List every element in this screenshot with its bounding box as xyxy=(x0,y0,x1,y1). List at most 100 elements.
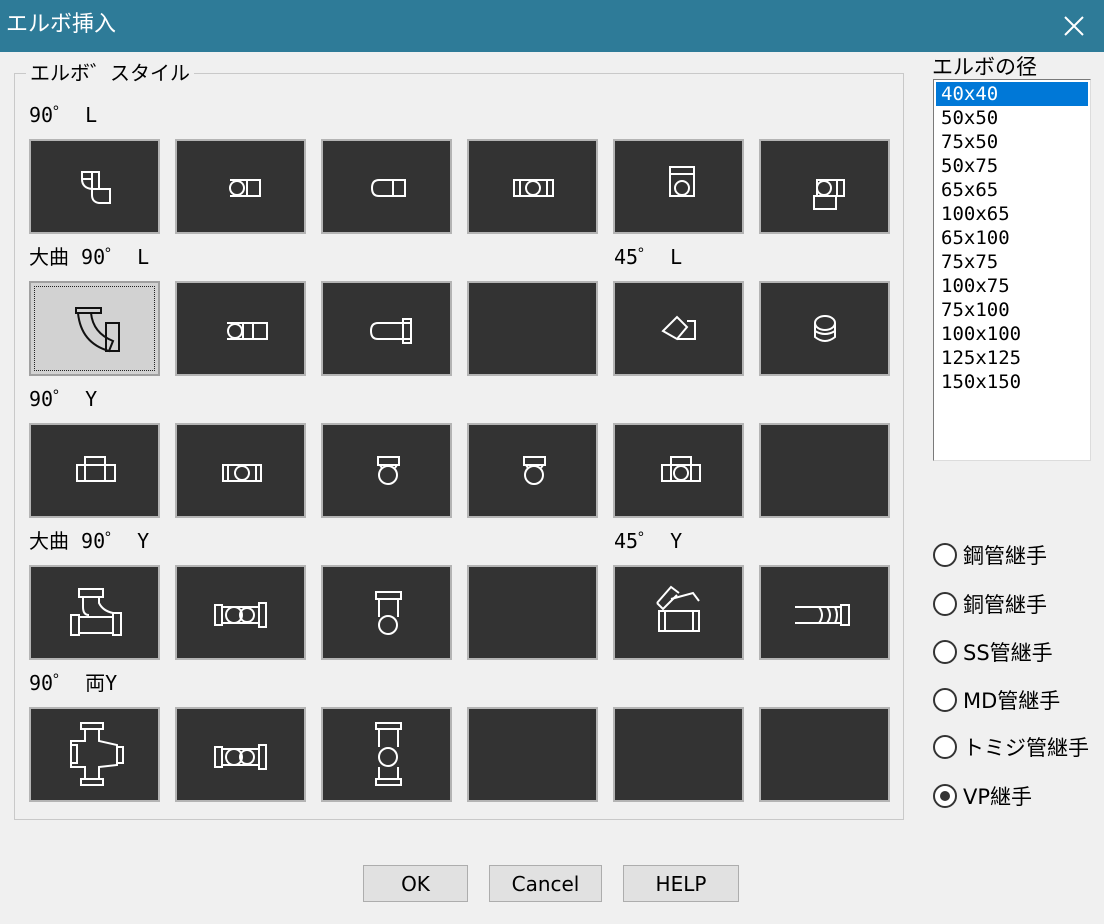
long-elbow-side-icon xyxy=(369,318,412,344)
row-label-45-l: 45゜ L xyxy=(614,245,683,269)
diameter-option[interactable]: 65x65 xyxy=(936,178,1088,202)
ok-button[interactable]: OK xyxy=(363,865,468,902)
row-label-45-y: 45゜ Y xyxy=(614,529,683,553)
diameter-option[interactable]: 75x50 xyxy=(936,130,1088,154)
diameter-listbox[interactable]: 40x40 50x50 75x50 50x75 65x65 100x65 65x… xyxy=(933,79,1091,461)
long-y-top-icon xyxy=(214,602,267,628)
elbow-tile-long90y-2[interactable] xyxy=(175,565,306,660)
radio-ss-pipe-joint[interactable]: SS管継手 xyxy=(933,637,1053,667)
diameter-option[interactable]: 150x150 xyxy=(936,370,1088,394)
double-y-top-icon xyxy=(214,744,267,770)
elbow-tile-45l-2[interactable] xyxy=(759,281,890,376)
diameter-option[interactable]: 40x40 xyxy=(936,82,1088,106)
radio-label: 銅管継手 xyxy=(963,593,1047,617)
elbow-tile-45y-2[interactable] xyxy=(759,565,890,660)
long-radius-elbow-icon xyxy=(75,307,120,353)
elbow-90-l-top-icon xyxy=(229,179,261,197)
elbow-tile-90dy-2[interactable] xyxy=(175,707,306,802)
elbow-tile-90dy-4[interactable] xyxy=(467,707,598,802)
row-label-long-90-y: 大曲 90゜ Y xyxy=(29,529,150,553)
elbow-tile-90l-2[interactable] xyxy=(175,139,306,234)
diameter-label: エルボの径 xyxy=(932,55,1037,79)
elbow-tile-90y-6[interactable] xyxy=(759,423,890,518)
elbow-tile-long90l-1[interactable] xyxy=(29,281,160,376)
elbow-tile-long90l-3[interactable] xyxy=(321,281,452,376)
radio-circle xyxy=(933,640,957,664)
cancel-button[interactable]: Cancel xyxy=(489,865,602,902)
elbow-tile-90dy-6[interactable] xyxy=(759,707,890,802)
elbow-tile-90dy-5[interactable] xyxy=(613,707,744,802)
diameter-option[interactable]: 100x100 xyxy=(936,322,1088,346)
long-y-side-icon xyxy=(375,591,402,635)
elbow-90-l-up-icon xyxy=(813,179,845,210)
elbow-tile-90dy-3[interactable] xyxy=(321,707,452,802)
diameter-option[interactable]: 100x75 xyxy=(936,274,1088,298)
radio-label: VP継手 xyxy=(963,785,1033,809)
elbow-tile-45y-1[interactable] xyxy=(613,565,744,660)
radio-label: トミジ管継手 xyxy=(963,736,1089,760)
row-label-90-l: 90゜ L xyxy=(29,103,98,127)
diameter-option[interactable]: 50x75 xyxy=(936,154,1088,178)
elbow-tile-long90y-3[interactable] xyxy=(321,565,452,660)
diameter-option[interactable]: 65x100 xyxy=(936,226,1088,250)
radio-label: SS管継手 xyxy=(963,641,1053,665)
long-radius-y-icon xyxy=(70,588,122,636)
elbow-90-y-top-icon xyxy=(222,464,262,482)
radio-circle-selected xyxy=(933,784,957,808)
elbow-tile-90l-6[interactable] xyxy=(759,139,890,234)
radio-circle xyxy=(933,592,957,616)
radio-label: MD管継手 xyxy=(963,689,1061,713)
elbow-90-l-front-icon xyxy=(513,179,554,197)
elbow-90-l-down-icon xyxy=(669,166,695,197)
empty-tile-icon xyxy=(761,425,888,516)
window-title: エルボ挿入 xyxy=(6,12,117,37)
elbow-45-y-side-icon xyxy=(795,604,850,626)
elbow-tile-90l-3[interactable] xyxy=(321,139,452,234)
radio-md-pipe-joint[interactable]: MD管継手 xyxy=(933,685,1060,715)
elbow-tile-90dy-1[interactable] xyxy=(29,707,160,802)
elbow-tile-long90y-4[interactable] xyxy=(467,565,598,660)
elbow-tile-long90y-1[interactable] xyxy=(29,565,160,660)
elbow-90-y-icon xyxy=(76,456,116,482)
radio-vp-joint[interactable]: VP継手 xyxy=(933,781,1032,811)
row-label-90-double-y: 90゜ 両Y xyxy=(29,671,118,695)
elbow-45-l-icon xyxy=(661,315,696,341)
elbow-tile-90l-5[interactable] xyxy=(613,139,744,234)
title-bar: エルボ挿入 xyxy=(0,0,1104,52)
elbow-90-l-icon xyxy=(81,171,111,204)
elbow-tile-long90l-4[interactable] xyxy=(467,281,598,376)
close-icon xyxy=(1064,16,1084,36)
radio-copper-pipe-joint[interactable]: 銅管継手 xyxy=(933,589,1047,619)
elbow-style-group-title: エルボ゛スタイル xyxy=(26,60,194,86)
elbow-tile-45l-1[interactable] xyxy=(613,281,744,376)
elbow-tile-90y-3[interactable] xyxy=(321,423,452,518)
diameter-option[interactable]: 50x50 xyxy=(936,106,1088,130)
empty-tile-icon xyxy=(469,283,596,374)
elbow-45-y-icon xyxy=(656,585,700,632)
elbow-tile-long90l-2[interactable] xyxy=(175,281,306,376)
diameter-option[interactable]: 100x65 xyxy=(936,202,1088,226)
radio-label: 鋼管継手 xyxy=(963,544,1047,568)
long-elbow-top-icon xyxy=(227,322,268,340)
diameter-option[interactable]: 125x125 xyxy=(936,346,1088,370)
elbow-tile-90l-4[interactable] xyxy=(467,139,598,234)
elbow-90-l-side-icon xyxy=(370,179,406,197)
elbow-90-double-y-icon xyxy=(70,722,124,786)
elbow-tile-90y-5[interactable] xyxy=(613,423,744,518)
elbow-tile-90y-4[interactable] xyxy=(467,423,598,518)
help-button[interactable]: HELP xyxy=(623,865,739,902)
radio-tomiji-pipe-joint[interactable]: トミジ管継手 xyxy=(933,732,1089,762)
elbow-tile-90l-1[interactable] xyxy=(29,139,160,234)
close-button[interactable] xyxy=(1044,0,1104,52)
elbow-tile-90y-2[interactable] xyxy=(175,423,306,518)
elbow-90-y-front-icon xyxy=(523,456,546,485)
diameter-option[interactable]: 75x75 xyxy=(936,250,1088,274)
elbow-tile-90y-1[interactable] xyxy=(29,423,160,518)
radio-circle xyxy=(933,735,957,759)
elbow-90-y-down-icon xyxy=(661,456,701,482)
radio-circle xyxy=(933,543,957,567)
empty-tile-icon xyxy=(615,709,742,800)
row-label-long-90-l: 大曲 90゜ L xyxy=(29,245,150,269)
radio-steel-pipe-joint[interactable]: 鋼管継手 xyxy=(933,540,1047,570)
diameter-option[interactable]: 75x100 xyxy=(936,298,1088,322)
